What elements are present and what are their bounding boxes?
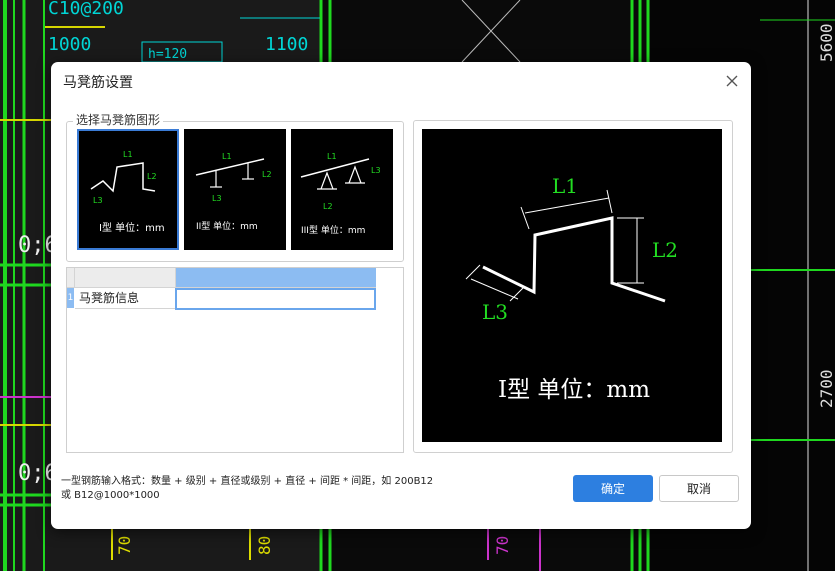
cad-label: C10@200 — [48, 0, 124, 19]
cad-label: 80 — [255, 536, 274, 555]
shape-3-label-l3: L3 — [371, 166, 381, 175]
shape-3-label-l2: L2 — [323, 202, 333, 211]
hint-line-1: 一型钢筋输入格式：数量 + 级别 + 直径或级别 + 直径 + 间距 * 间距，… — [61, 476, 434, 487]
grid-header-value-column — [176, 268, 376, 288]
shape-2-caption: II型 单位：mm — [196, 220, 258, 232]
shape-3-diagram: L1 L2 L3 III型 单位：mm — [300, 152, 381, 236]
cad-label: h=120 — [148, 47, 187, 62]
preview-diagram: L1 L2 L3 I型 单位：mm — [465, 174, 678, 403]
dialog-title: 马凳筋设置 — [63, 75, 133, 91]
shape-2-label-l2: L2 — [262, 170, 272, 179]
cad-label: 5600 — [817, 23, 835, 62]
cad-label: 2700 — [817, 369, 835, 408]
shape-1-diagram: L1 L2 L3 I型 单位：mm — [90, 150, 165, 234]
shape-2-diagram: L1 L2 L3 II型 单位：mm — [195, 152, 272, 232]
shape-2-label-l3: L3 — [212, 194, 222, 203]
hint-line-2: 或 B12@1000*1000 — [61, 490, 160, 501]
grid-header-label-column — [75, 268, 176, 288]
shape-preview-canvas: L1 L2 L3 I型 单位：mm — [422, 129, 722, 442]
shape-preview-panel: L1 L2 L3 I型 单位：mm — [413, 120, 733, 453]
preview-label-l3: L3 — [482, 300, 508, 324]
stirrup-info-grid: 1 马凳筋信息 — [66, 267, 404, 453]
shape-selection-label: 选择马凳筋图形 — [73, 111, 164, 128]
cad-label: 70 — [493, 536, 512, 555]
preview-label-l2: L2 — [652, 238, 678, 262]
input-format-hint: 一型钢筋输入格式：数量 + 级别 + 直径或级别 + 直径 + 间距 * 间距，… — [61, 475, 561, 503]
cad-label: 70 — [115, 536, 134, 555]
close-button[interactable] — [721, 70, 743, 92]
stirrup-settings-dialog: 马凳筋设置 选择马凳筋图形 L1 L2 L3 I型 单位：mm L1 L2 L3… — [51, 62, 751, 529]
grid-corner — [67, 268, 75, 288]
preview-label-l1: L1 — [552, 174, 578, 198]
grid-row-label: 马凳筋信息 — [75, 288, 176, 309]
preview-caption: I型 单位：mm — [498, 377, 650, 403]
shape-1-caption: I型 单位：mm — [99, 221, 165, 234]
shape-option-type-2[interactable]: L1 L2 L3 II型 单位：mm — [184, 129, 286, 250]
shape-3-label-l1: L1 — [327, 152, 337, 161]
shape-3-caption: III型 单位：mm — [301, 224, 365, 236]
cad-label: 1000 — [48, 34, 91, 55]
shape-1-label-l1: L1 — [123, 150, 133, 159]
shape-1-label-l3: L3 — [93, 196, 103, 205]
shape-option-type-3[interactable]: L1 L2 L3 III型 单位：mm — [291, 129, 393, 250]
cancel-button[interactable]: 取消 — [659, 475, 739, 502]
grid-row-number: 1 — [67, 288, 74, 308]
shape-2-label-l1: L1 — [222, 152, 232, 161]
shape-option-type-1[interactable]: L1 L2 L3 I型 单位：mm — [77, 129, 179, 250]
ok-button[interactable]: 确定 — [573, 475, 653, 502]
stirrup-info-input[interactable] — [175, 288, 376, 310]
cad-label: 1100 — [265, 34, 308, 55]
close-icon — [726, 75, 738, 87]
shape-1-label-l2: L2 — [147, 172, 157, 181]
